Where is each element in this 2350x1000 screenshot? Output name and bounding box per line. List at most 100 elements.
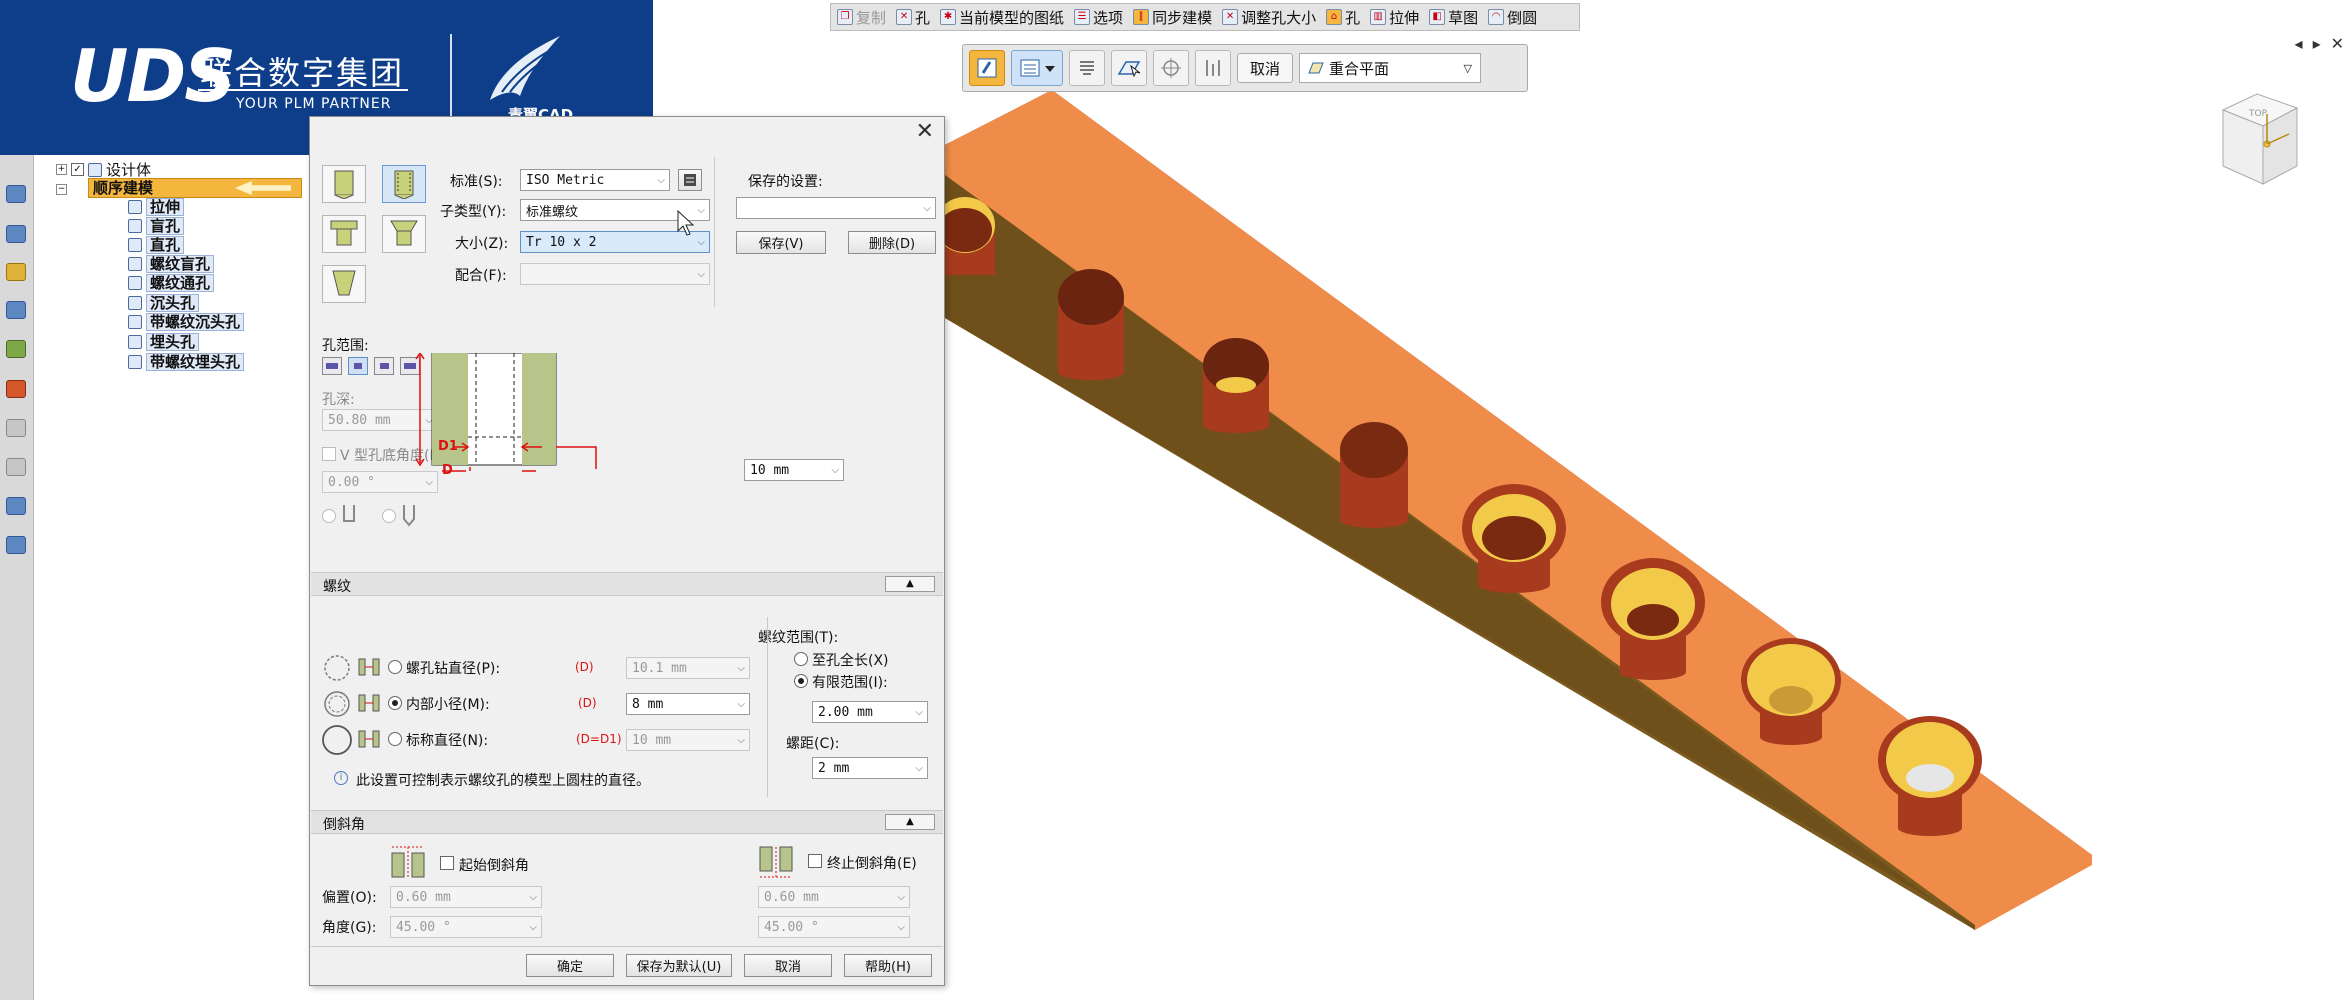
full-length-radio[interactable]	[794, 652, 808, 666]
wrench-icon[interactable]	[6, 263, 26, 281]
standard-options-button[interactable]	[678, 169, 702, 191]
hole-2[interactable]	[1058, 269, 1124, 380]
variables-icon[interactable]	[6, 497, 26, 515]
range-from-to-button[interactable]	[374, 357, 394, 375]
finite-range-radio[interactable]	[794, 674, 808, 688]
thread-section-header[interactable]: 螺纹 ▲	[311, 572, 943, 596]
toolbar-sync-modeling[interactable]: ∥ 同步建模	[1133, 7, 1212, 28]
expand-icon[interactable]: +	[56, 164, 67, 175]
tap-drill-input[interactable]: 10.1 mm ⌵	[626, 657, 750, 679]
command-cancel-button[interactable]: 取消	[1237, 53, 1294, 83]
chevron-down-icon: ⌵	[915, 706, 923, 718]
toolbar-hole[interactable]: ✕ 孔	[896, 7, 930, 28]
nominal-diameter-radio[interactable]	[388, 732, 402, 746]
dialog-close-icon[interactable]: ✕	[916, 121, 934, 143]
end-chamfer-checkbox[interactable]	[808, 854, 822, 868]
camera-icon[interactable]	[6, 185, 26, 203]
plane-option-select[interactable]: 重合平面 ▽	[1299, 53, 1482, 83]
countersink-hole-type-button[interactable]	[382, 215, 426, 253]
collapse-up-icon[interactable]: ▲	[885, 576, 935, 592]
toolbar-model-drawing[interactable]: ✱ 当前模型的图纸	[940, 7, 1064, 28]
visibility-checkbox[interactable]: ✓	[71, 163, 84, 176]
help-icon[interactable]	[6, 419, 26, 437]
help-button[interactable]: 帮助(H)	[844, 954, 932, 977]
tree-feature-item[interactable]: 拉伸	[128, 197, 185, 216]
select-plane-button[interactable]	[1111, 50, 1147, 86]
collapse-up-icon[interactable]: ▲	[885, 814, 935, 830]
tree-feature-item[interactable]: 带螺纹埋头孔	[128, 352, 245, 371]
prev-window-icon[interactable]: ◂	[2295, 34, 2303, 53]
bottom-flat-radio[interactable]	[322, 509, 336, 523]
parts-icon[interactable]	[6, 301, 26, 319]
simple-hole-type-button[interactable]	[322, 165, 366, 203]
settings-icon[interactable]	[6, 536, 26, 554]
angle-end-input[interactable]: 45.00 ° ⌵	[758, 916, 910, 938]
tree-feature-item[interactable]: 带螺纹沉头孔	[128, 312, 245, 331]
tapered-hole-type-button[interactable]	[322, 265, 366, 303]
offset-start-input[interactable]: 0.60 mm ⌵	[390, 886, 542, 908]
tap-drill-radio[interactable]	[388, 660, 402, 674]
angle-start-input[interactable]: 45.00 ° ⌵	[390, 916, 542, 938]
range-finite-button[interactable]	[348, 357, 368, 375]
next-window-icon[interactable]: ▸	[2313, 34, 2321, 53]
hole-4[interactable]	[1340, 422, 1408, 528]
toolbar-extrude[interactable]: ▥ 拉伸	[1370, 7, 1419, 28]
toolbar-round[interactable]: ◠ 倒圆	[1488, 7, 1537, 28]
close-window-icon[interactable]: ✕	[2331, 34, 2344, 53]
counterbore-hole-type-button[interactable]	[322, 215, 366, 253]
toolbar-copy[interactable]: ❐ 复制	[837, 7, 886, 28]
collapse-icon[interactable]: −	[56, 184, 67, 195]
chevron-down-icon: ⌵	[923, 202, 931, 214]
v-angle-checkbox[interactable]	[322, 447, 336, 461]
hole-type-dropdown-button[interactable]	[1011, 50, 1063, 86]
pitch-select[interactable]: 2 mm ⌵	[812, 757, 928, 779]
threaded-hole-type-button[interactable]	[382, 165, 426, 203]
range-through-next-button[interactable]	[322, 357, 342, 375]
toolbar-sketch[interactable]: ◧ 草图	[1429, 7, 1478, 28]
cancel-button[interactable]: 取消	[744, 954, 832, 977]
view-cube[interactable]: TOP	[2215, 88, 2305, 198]
tree-collapse-sequential[interactable]: −	[56, 180, 67, 199]
tree-design-body[interactable]: + ✓ 设计体	[56, 160, 151, 179]
tree-feature-item[interactable]: 螺纹盲孔	[128, 254, 215, 273]
minor-diameter-label: 内部小径(M):	[406, 697, 490, 713]
tree-feature-item[interactable]: 沉头孔	[128, 293, 200, 312]
save-default-button[interactable]: 保存为默认(U)	[626, 954, 732, 977]
toolbar-hole-2[interactable]: ⌂ 孔	[1326, 7, 1360, 28]
nominal-diameter-input[interactable]: 10 mm ⌵	[626, 729, 750, 751]
chamfer-section-header[interactable]: 倒斜角 ▲	[311, 810, 943, 834]
bottom-v-radio[interactable]	[382, 509, 396, 523]
tree-feature-item[interactable]: 直孔	[128, 235, 185, 254]
save-settings-button[interactable]: 保存(V)	[736, 231, 826, 254]
palette-icon[interactable]	[6, 340, 26, 358]
standard-select[interactable]: ISO Metric ⌵	[520, 169, 670, 191]
minor-diameter-select[interactable]: 8 mm ⌵	[626, 693, 750, 715]
render-icon[interactable]	[6, 380, 26, 398]
round-icon: ◠	[1488, 9, 1505, 25]
diameter-select[interactable]: 10 mm ⌵	[744, 459, 844, 481]
toolbar-options[interactable]: ☰ 选项	[1074, 7, 1123, 28]
tree-feature-item[interactable]: 盲孔	[128, 216, 185, 235]
end-chamfer-icon	[759, 846, 793, 878]
grid-points-icon[interactable]	[6, 458, 26, 476]
finite-range-input[interactable]: 2.00 mm ⌵	[812, 701, 928, 723]
toolbar-resize-hole[interactable]: ✕ 调整孔大小	[1222, 7, 1316, 28]
plane-step-button[interactable]	[1069, 50, 1105, 86]
tree-sequential-modeling[interactable]: 顺序建模	[88, 178, 302, 198]
hole-3[interactable]	[1203, 338, 1269, 433]
rollback-arrow-icon[interactable]	[235, 181, 291, 195]
delete-settings-button[interactable]: 删除(D)	[848, 231, 936, 254]
saved-settings-select[interactable]: ⌵	[736, 197, 936, 219]
minor-diameter-radio[interactable]	[388, 696, 402, 710]
tree-feature-item[interactable]: 埋头孔	[128, 332, 200, 351]
offset-end-input[interactable]: 0.60 mm ⌵	[758, 886, 910, 908]
tap-drill-section-icon	[358, 658, 380, 676]
layers-icon[interactable]	[6, 225, 26, 243]
tree-feature-item[interactable]: 螺纹通孔	[128, 273, 215, 292]
hole-position-button[interactable]	[1153, 50, 1189, 86]
extent-button[interactable]	[1195, 50, 1231, 86]
ok-button[interactable]: 确定	[526, 954, 614, 977]
hole-options-button[interactable]	[969, 50, 1005, 86]
fit-select[interactable]: ⌵	[520, 263, 710, 285]
start-chamfer-checkbox[interactable]	[440, 856, 454, 870]
